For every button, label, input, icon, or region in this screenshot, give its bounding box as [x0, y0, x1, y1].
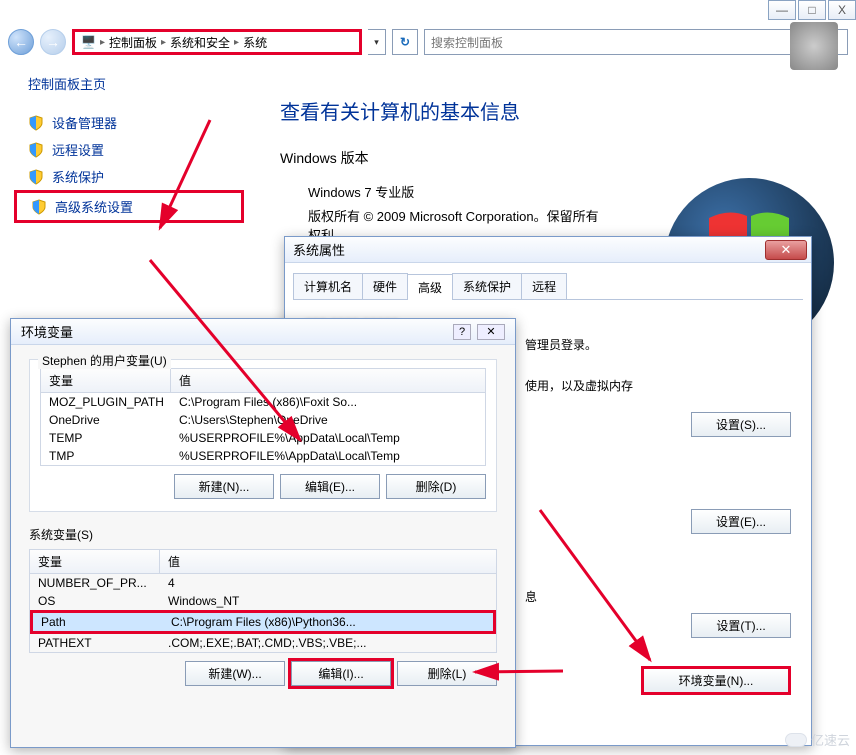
min-button[interactable]: —	[768, 0, 796, 20]
group-label: Stephen 的用户变量(U)	[38, 352, 171, 369]
sidebar-item-protection[interactable]: 系统保护	[14, 163, 244, 190]
user-var-group: Stephen 的用户变量(U) 变量 值 MOZ_PLUGIN_PATHC:\…	[29, 359, 497, 512]
computer-icon: 🖥️	[81, 35, 96, 49]
table-row[interactable]: TEMP%USERPROFILE%\AppData\Local\Temp	[41, 429, 485, 447]
close-icon[interactable]: ✕	[765, 240, 807, 260]
environment-variables-dialog: 环境变量 ? ✕ Stephen 的用户变量(U) 变量 值 MOZ_PLUGI…	[10, 318, 516, 748]
tab-protection[interactable]: 系统保护	[452, 273, 522, 299]
shield-icon	[31, 199, 47, 215]
admin-text: 管理员登录。	[525, 336, 791, 353]
dialog-title: 系统属性	[285, 237, 811, 263]
sidebar-item-device-manager[interactable]: 设备管理器	[14, 109, 244, 136]
close-icon[interactable]: ✕	[477, 324, 505, 340]
dialog-title: 环境变量 ? ✕	[11, 319, 515, 345]
navbar: ← → 🖥️ ▸ 控制面板 ▸ 系统和安全 ▸ 系统 ▾ ↻ 搜索控制面板	[8, 28, 848, 56]
sidebar-item-label: 系统保护	[52, 167, 104, 186]
watermark: 亿速云	[785, 730, 850, 749]
info-label: 息	[525, 588, 791, 605]
shield-icon	[28, 169, 44, 185]
search-placeholder: 搜索控制面板	[431, 34, 503, 51]
page-title: 查看有关计算机的基本信息	[280, 96, 520, 125]
account-avatar[interactable]	[790, 22, 838, 70]
breadcrumb[interactable]: 🖥️ ▸ 控制面板 ▸ 系统和安全 ▸ 系统	[72, 29, 362, 55]
sidebar-item-label: 设备管理器	[52, 113, 117, 132]
settings-s-button[interactable]: 设置(S)...	[691, 412, 791, 437]
dialog-help-close: ? ✕	[453, 324, 505, 340]
new-button[interactable]: 新建(W)...	[185, 661, 285, 686]
sys-var-table[interactable]: 变量 值 NUMBER_OF_PR...4 OSWindows_NT PathC…	[29, 549, 497, 653]
column-header[interactable]: 值	[171, 369, 485, 392]
address-dropdown[interactable]: ▾	[368, 29, 386, 55]
tab-strip: 计算机名 硬件 高级 系统保护 远程	[293, 273, 803, 300]
search-input[interactable]: 搜索控制面板	[424, 29, 848, 55]
back-button[interactable]: ←	[8, 29, 34, 55]
tab-remote[interactable]: 远程	[521, 273, 567, 299]
column-header[interactable]: 变量	[30, 550, 160, 573]
shield-icon	[28, 115, 44, 131]
windows-version: Windows 7 专业版	[308, 182, 414, 201]
column-header[interactable]: 变量	[41, 369, 171, 392]
sidebar-item-advanced[interactable]: 高级系统设置	[14, 190, 244, 223]
column-header[interactable]: 值	[160, 550, 496, 573]
sidebar-item-remote[interactable]: 远程设置	[14, 136, 244, 163]
section-title: Windows 版本	[280, 148, 369, 168]
refresh-button[interactable]: ↻	[392, 29, 418, 55]
chevron-right-icon: ▸	[161, 37, 166, 48]
tab-hardware[interactable]: 硬件	[362, 273, 408, 299]
table-row[interactable]: TMP%USERPROFILE%\AppData\Local\Temp	[41, 447, 485, 465]
breadcrumb-seg[interactable]: 系统	[243, 34, 267, 51]
new-button[interactable]: 新建(N)...	[174, 474, 274, 499]
breadcrumb-seg[interactable]: 系统和安全	[170, 34, 230, 51]
max-button[interactable]: □	[798, 0, 826, 20]
window-chrome: — □ X	[768, 0, 856, 20]
cloud-icon	[785, 733, 807, 747]
settings-t-button[interactable]: 设置(T)...	[691, 613, 791, 638]
table-row[interactable]: OSWindows_NT	[30, 592, 496, 610]
forward-button[interactable]: →	[40, 29, 66, 55]
table-row[interactable]: MOZ_PLUGIN_PATHC:\Program Files (x86)\Fo…	[41, 393, 485, 411]
breadcrumb-seg[interactable]: 控制面板	[109, 34, 157, 51]
sys-var-group: 系统变量(S) 变量 值 NUMBER_OF_PR...4 OSWindows_…	[29, 526, 497, 686]
table-row[interactable]: NUMBER_OF_PR...4	[30, 574, 496, 592]
delete-button[interactable]: 删除(D)	[386, 474, 486, 499]
delete-button[interactable]: 删除(L)	[397, 661, 497, 686]
table-row[interactable]: OneDriveC:\Users\Stephen\OneDrive	[41, 411, 485, 429]
sidebar-item-label: 远程设置	[52, 140, 104, 159]
tab-advanced[interactable]: 高级	[407, 274, 453, 300]
help-icon[interactable]: ?	[453, 324, 471, 340]
settings-e-button[interactable]: 设置(E)...	[691, 509, 791, 534]
edit-button[interactable]: 编辑(E)...	[280, 474, 380, 499]
table-row-path[interactable]: PathC:\Program Files (x86)\Python36...	[30, 610, 496, 634]
chevron-right-icon: ▸	[100, 37, 105, 48]
sidebar-title[interactable]: 控制面板主页	[14, 74, 244, 93]
tab-computer-name[interactable]: 计算机名	[293, 273, 363, 299]
close-button[interactable]: X	[828, 0, 856, 20]
chevron-right-icon: ▸	[234, 37, 239, 48]
table-row[interactable]: PATHEXT.COM;.EXE;.BAT;.CMD;.VBS;.VBE;...	[30, 634, 496, 652]
user-var-table[interactable]: 变量 值 MOZ_PLUGIN_PATHC:\Program Files (x8…	[40, 368, 486, 466]
group-label: 系统变量(S)	[29, 526, 497, 543]
env-var-button[interactable]: 环境变量(N)...	[641, 666, 791, 695]
shield-icon	[28, 142, 44, 158]
edit-button[interactable]: 编辑(I)...	[291, 661, 391, 686]
perf-text: 使用，以及虚拟内存	[525, 377, 791, 394]
sidebar: 控制面板主页 设备管理器 远程设置 系统保护 高级系统设置	[14, 74, 244, 223]
sidebar-item-label: 高级系统设置	[55, 197, 133, 216]
